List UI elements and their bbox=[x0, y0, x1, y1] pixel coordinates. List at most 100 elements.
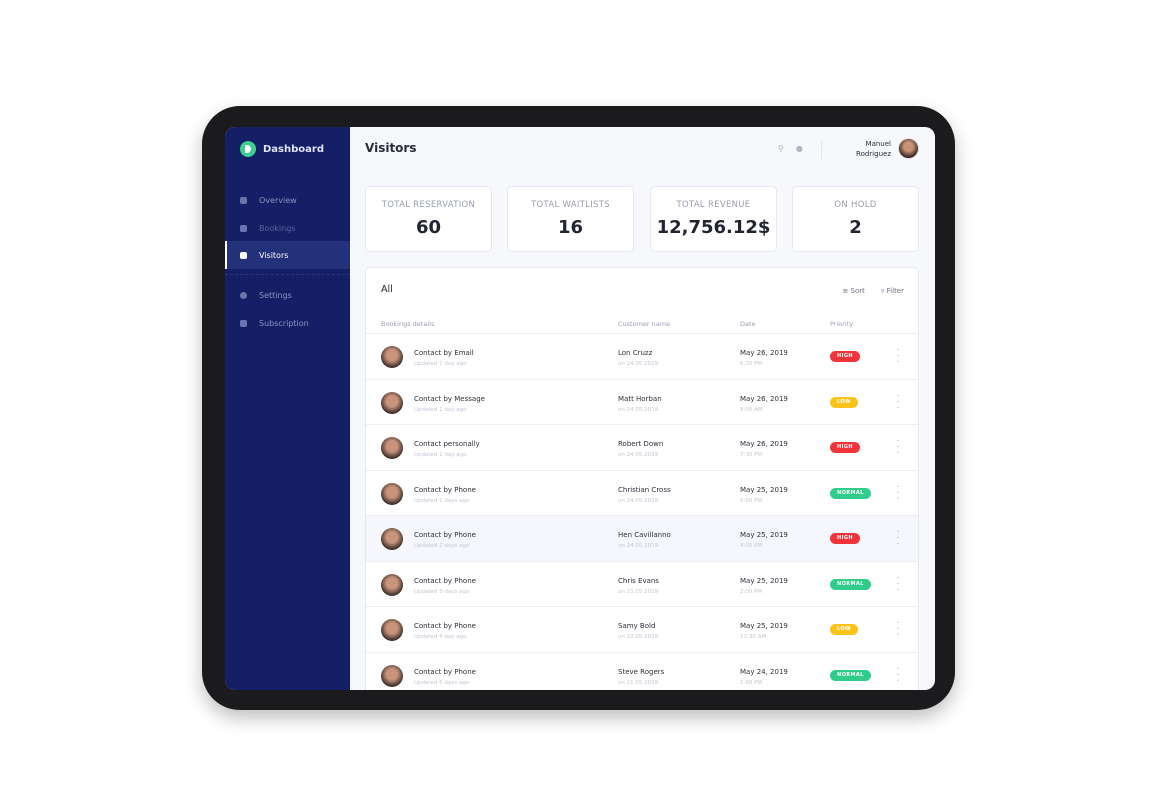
priority-badge: LOW bbox=[830, 396, 858, 408]
logo-icon bbox=[240, 141, 256, 157]
stat-value: 16 bbox=[557, 217, 584, 238]
customer-date: on 23.05.2019 bbox=[618, 588, 659, 595]
column-header[interactable]: Bookings details bbox=[381, 320, 434, 328]
avatar bbox=[381, 573, 403, 596]
customer-name: Samy Bold bbox=[618, 622, 656, 630]
sidebar-item-label: Overview bbox=[259, 195, 297, 205]
customer-name: Christian Cross bbox=[618, 485, 671, 494]
customer-name: Lon Cruzz bbox=[618, 349, 653, 357]
sidebar-item-visitors[interactable]: Visitors bbox=[225, 241, 350, 269]
column-header[interactable]: Customer name bbox=[618, 320, 670, 328]
booking-detail: Contact personally bbox=[414, 440, 480, 448]
search-icon[interactable]: ⚲ bbox=[778, 144, 784, 153]
app-title: Dashboard bbox=[263, 143, 324, 155]
time: 8:00 AM bbox=[740, 406, 763, 413]
updated-text: Updated 1 day ago bbox=[414, 406, 467, 413]
more-options-icon[interactable]: · · · bbox=[896, 482, 900, 504]
pie-chart-icon bbox=[240, 196, 247, 204]
time: 1:00 PM bbox=[740, 679, 763, 686]
gear-icon bbox=[240, 291, 247, 299]
priority-badge: HIGH bbox=[830, 351, 860, 362]
screen: Dashboard Overview Bookings Visitors Set… bbox=[225, 127, 935, 690]
more-options-icon[interactable]: · · · bbox=[896, 619, 900, 641]
more-options-icon[interactable]: · · · bbox=[896, 573, 900, 595]
bell-icon[interactable]: ● bbox=[796, 144, 803, 153]
stat-value: 2 bbox=[849, 217, 862, 238]
time: 11:30 AM bbox=[740, 634, 767, 640]
updated-text: Updated 1 day ago bbox=[414, 452, 467, 458]
booking-detail: Contact by Email bbox=[414, 349, 474, 357]
table-row[interactable]: Contact by Message Updated 1 day ago Mat… bbox=[366, 378, 918, 425]
more-options-icon[interactable]: · · · bbox=[896, 391, 900, 413]
time: 7:30 PM bbox=[740, 452, 763, 458]
booking-detail: Contact by Message bbox=[414, 394, 485, 403]
customer-name: Hen Cavillanno bbox=[618, 531, 671, 539]
more-options-icon[interactable]: · · · bbox=[896, 437, 900, 459]
updated-text: Updated 1 day ago bbox=[414, 361, 467, 367]
table-row[interactable]: Contact by Email Updated 1 day ago Lon C… bbox=[366, 333, 918, 379]
priority-badge: LOW bbox=[830, 624, 858, 635]
customer-date: on 24.05.2019 bbox=[618, 361, 659, 367]
ticket-icon bbox=[240, 224, 247, 232]
column-header[interactable]: Date bbox=[740, 320, 756, 328]
sidebar-item-label: Subscription bbox=[259, 318, 309, 328]
booking-detail: Contact by Phone bbox=[414, 485, 476, 494]
table-row[interactable]: Contact by Phone Updated 6 days ago Stev… bbox=[366, 651, 918, 691]
more-options-icon[interactable]: · · · bbox=[896, 664, 900, 686]
user-name[interactable]: Manuel Rodriguez bbox=[835, 139, 891, 159]
stat-value: 12,756.12$ bbox=[656, 217, 771, 238]
filter-button[interactable]: ▿ Filter bbox=[881, 287, 904, 295]
updated-text: Updated 2 days ago bbox=[414, 497, 470, 504]
customer-date: on 24.05.2019 bbox=[618, 543, 659, 549]
divider bbox=[225, 274, 350, 275]
priority-badge: NORMAL bbox=[830, 669, 871, 681]
sidebar-item-bookings[interactable]: Bookings bbox=[225, 214, 350, 242]
sort-button[interactable]: ≡ Sort bbox=[842, 287, 864, 295]
customer-date: on 24.05.2019 bbox=[618, 452, 659, 458]
priority-badge: HIGH bbox=[830, 442, 860, 453]
updated-text: Updated 3 days ago bbox=[414, 588, 470, 595]
more-options-icon[interactable]: · · · bbox=[896, 346, 900, 368]
date: May 25, 2019 bbox=[740, 485, 788, 494]
customer-name: Matt Horban bbox=[618, 394, 662, 403]
sidebar: Dashboard Overview Bookings Visitors Set… bbox=[225, 127, 350, 690]
bookings-table: All ≡ Sort ▿ Filter Bookings details Cust… bbox=[365, 267, 919, 690]
customer-date: on 24.05.2019 bbox=[618, 406, 659, 413]
avatar bbox=[381, 346, 403, 368]
stat-label: TOTAL WAITLISTS bbox=[531, 200, 610, 210]
table-row[interactable]: Contact personally Updated 1 day ago Rob… bbox=[366, 424, 918, 470]
book-icon bbox=[240, 251, 247, 259]
avatar[interactable] bbox=[898, 138, 919, 159]
customer-name: Steve Rogers bbox=[618, 667, 665, 676]
filter-all-label[interactable]: All bbox=[381, 284, 393, 295]
table-row[interactable]: Contact by Phone Updated 3 days ago Chri… bbox=[366, 560, 918, 607]
sidebar-item-subscription[interactable]: Subscription bbox=[225, 309, 350, 337]
booking-detail: Contact by Phone bbox=[414, 531, 476, 539]
sidebar-item-overview[interactable]: Overview bbox=[225, 186, 350, 214]
priority-badge: HIGH bbox=[830, 533, 860, 544]
more-options-icon[interactable]: · · · bbox=[896, 528, 900, 550]
sidebar-item-settings[interactable]: Settings bbox=[225, 281, 350, 309]
date: May 25, 2019 bbox=[740, 531, 788, 539]
logo[interactable]: Dashboard bbox=[240, 141, 324, 157]
date: May 26, 2019 bbox=[740, 394, 788, 403]
sidebar-item-label: Settings bbox=[259, 290, 292, 300]
customer-name: Chris Evans bbox=[618, 576, 659, 585]
date: May 24, 2019 bbox=[740, 667, 788, 676]
time: 6:30 PM bbox=[740, 361, 763, 367]
table-row[interactable]: Contact by Phone Updated 4 day ago Samy … bbox=[366, 606, 918, 652]
booking-detail: Contact by Phone bbox=[414, 667, 476, 676]
table-row[interactable]: Contact by Phone Updated 2 days ago Chri… bbox=[366, 469, 918, 516]
date: May 26, 2019 bbox=[740, 440, 788, 448]
time: 2:00 PM bbox=[740, 588, 763, 595]
date: May 25, 2019 bbox=[740, 622, 788, 630]
divider bbox=[821, 141, 822, 159]
filter-label: Filter bbox=[886, 287, 904, 295]
sidebar-item-label: Bookings bbox=[259, 223, 296, 233]
table-row[interactable]: Contact by Phone Updated 2 days ago Hen … bbox=[366, 515, 918, 561]
priority-badge: NORMAL bbox=[830, 578, 871, 590]
avatar bbox=[381, 482, 403, 505]
avatar bbox=[381, 664, 403, 687]
badge-icon bbox=[240, 319, 247, 327]
column-header[interactable]: Priority bbox=[830, 320, 853, 328]
